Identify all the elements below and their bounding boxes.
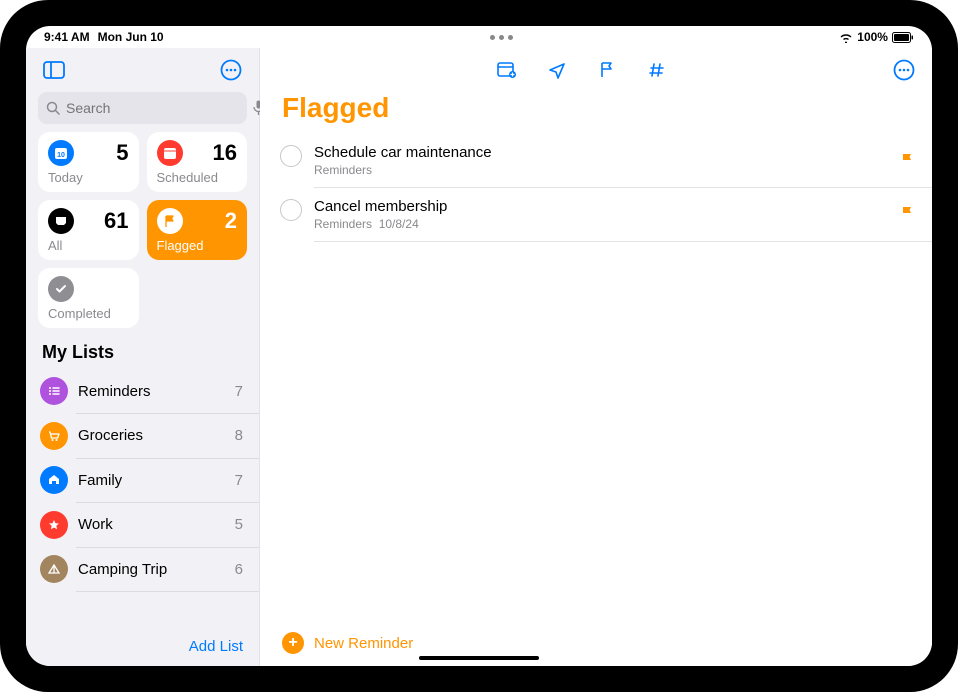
svg-text:10: 10 — [57, 152, 65, 159]
checkmark-icon — [48, 276, 74, 302]
flag-icon — [157, 208, 183, 234]
reminder-row[interactable]: Cancel membership Reminders 10/8/24 — [260, 188, 932, 241]
calendar-today-icon: 10 — [48, 140, 74, 166]
smart-list-flagged[interactable]: 2 Flagged — [147, 200, 248, 260]
wifi-icon — [839, 32, 853, 43]
smart-list-all[interactable]: 61 All — [38, 200, 139, 260]
sidebar-more-button[interactable] — [217, 56, 245, 84]
hashtag-icon[interactable] — [643, 56, 671, 84]
reminder-checkbox[interactable] — [280, 199, 302, 221]
all-count: 61 — [104, 208, 128, 234]
my-lists: Reminders 7 Groceries 8 — [26, 369, 259, 628]
page-title: Flagged — [260, 88, 932, 134]
list-count: 7 — [235, 472, 243, 489]
my-lists-header: My Lists — [26, 328, 259, 369]
battery-icon — [892, 32, 914, 43]
list-count: 8 — [235, 427, 243, 444]
reminder-checkbox[interactable] — [280, 145, 302, 167]
battery-percent: 100% — [857, 30, 888, 44]
status-date: Mon Jun 10 — [98, 30, 164, 44]
completed-label: Completed — [48, 306, 129, 321]
list-bullets-icon — [40, 377, 68, 405]
scheduled-label: Scheduled — [157, 170, 238, 185]
list-name: Camping Trip — [78, 561, 225, 578]
list-name: Family — [78, 472, 225, 489]
list-item[interactable]: Work 5 — [26, 503, 259, 547]
status-bar: 9:41 AM Mon Jun 10 100% — [26, 26, 932, 48]
multitask-dots[interactable] — [486, 35, 517, 40]
reminder-title: Cancel membership — [314, 198, 888, 215]
flag-icon — [900, 153, 914, 169]
search-field[interactable] — [38, 92, 247, 124]
home-indicator[interactable] — [419, 656, 539, 660]
reminder-subtitle: Reminders 10/8/24 — [314, 217, 888, 231]
status-time: 9:41 AM — [44, 30, 90, 44]
all-label: All — [48, 238, 129, 253]
location-icon[interactable] — [543, 56, 571, 84]
smart-list-completed[interactable]: Completed — [38, 268, 139, 328]
new-reminder-button[interactable]: + New Reminder — [260, 620, 932, 666]
flag-toolbar-icon[interactable] — [593, 56, 621, 84]
list-count: 5 — [235, 516, 243, 533]
sidebar: 10 5 Today 16 Scheduled — [26, 48, 260, 666]
reminder-subtitle: Reminders — [314, 163, 888, 177]
reminder-title: Schedule car maintenance — [314, 144, 888, 161]
inbox-icon — [48, 208, 74, 234]
star-icon — [40, 511, 68, 539]
list-name: Groceries — [78, 427, 225, 444]
today-count: 5 — [116, 140, 128, 166]
smart-list-scheduled[interactable]: 16 Scheduled — [147, 132, 248, 192]
calendar-icon — [157, 140, 183, 166]
reminder-row[interactable]: Schedule car maintenance Reminders — [260, 134, 932, 187]
list-item[interactable]: Family 7 — [26, 458, 259, 502]
list-item[interactable]: Camping Trip 6 — [26, 547, 259, 591]
flagged-label: Flagged — [157, 238, 238, 253]
cart-icon — [40, 422, 68, 450]
search-icon — [46, 101, 60, 115]
calendar-add-icon[interactable] — [493, 56, 521, 84]
reminders-list: Schedule car maintenance Reminders — [260, 134, 932, 620]
house-icon — [40, 466, 68, 494]
search-input[interactable] — [66, 100, 247, 116]
list-item[interactable]: Reminders 7 — [26, 369, 259, 413]
flagged-count: 2 — [225, 208, 237, 234]
new-reminder-label: New Reminder — [314, 635, 413, 652]
flag-icon — [900, 206, 914, 222]
tent-icon — [40, 555, 68, 583]
sidebar-toggle-button[interactable] — [40, 56, 68, 84]
list-name: Work — [78, 516, 225, 533]
list-count: 7 — [235, 383, 243, 400]
list-count: 6 — [235, 561, 243, 578]
main-panel: Flagged Schedule car maintenance Reminde… — [260, 48, 932, 666]
add-list-button[interactable]: Add List — [189, 638, 243, 655]
list-item[interactable]: Groceries 8 — [26, 414, 259, 458]
list-name: Reminders — [78, 383, 225, 400]
today-label: Today — [48, 170, 129, 185]
scheduled-count: 16 — [213, 140, 237, 166]
smart-list-today[interactable]: 10 5 Today — [38, 132, 139, 192]
plus-icon: + — [282, 632, 304, 654]
main-more-button[interactable] — [890, 56, 918, 84]
